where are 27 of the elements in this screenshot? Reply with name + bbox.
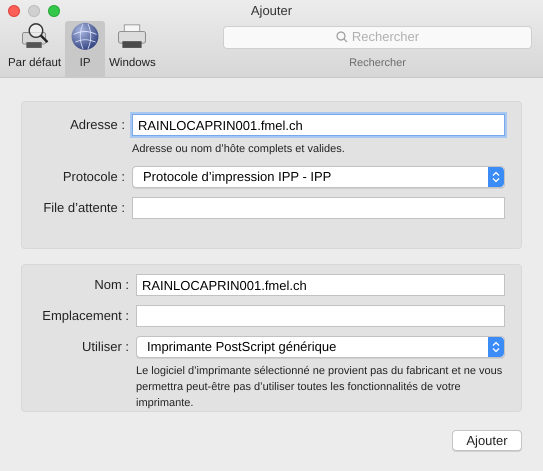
field-label: Emplacement : bbox=[41, 307, 129, 326]
window-title: Ajouter bbox=[250, 2, 292, 20]
minimize-button[interactable] bbox=[28, 5, 40, 17]
stepper-icon bbox=[488, 167, 504, 187]
field-label: Protocole : bbox=[62, 168, 125, 186]
popup-menu[interactable]: Protocole d’impression IPP - IPP bbox=[132, 166, 505, 188]
zoom-button[interactable] bbox=[48, 5, 60, 17]
close-button[interactable] bbox=[8, 5, 20, 17]
hint-text: Le logiciel d’imprimante sélectionné ne provient pas du fabricant et ne vous permettra peut-être pas d’utiliser toutes les fonctionnalités de votre imprimante. bbox=[136, 364, 504, 411]
search-icon bbox=[336, 31, 348, 43]
text-field[interactable] bbox=[136, 305, 505, 327]
field-label: Utiliser : bbox=[81, 338, 129, 356]
field-label: Adresse : bbox=[69, 116, 125, 134]
toolbar-tab[interactable]: Par défaut bbox=[4, 21, 66, 77]
field-label: File d’attente : bbox=[42, 199, 125, 218]
toolbar-tab[interactable]: Windows bbox=[105, 21, 160, 77]
popup-menu[interactable]: Imprimante PostScript générique bbox=[136, 336, 505, 358]
globe-icon bbox=[69, 21, 102, 52]
text-field[interactable]: RAINLOCAPRIN001.fmel.ch bbox=[136, 274, 505, 296]
text-field[interactable] bbox=[132, 197, 505, 219]
hint-text: Adresse ou nom d’hôte complets et valides. bbox=[132, 142, 345, 157]
text-field[interactable]: RAINLOCAPRIN001.fmel.ch bbox=[132, 114, 505, 136]
search-label: Rechercher bbox=[349, 56, 406, 70]
stepper-icon bbox=[488, 337, 504, 357]
toolbar-tab[interactable]: IP bbox=[65, 21, 106, 77]
field-label: Nom : bbox=[93, 276, 129, 294]
add-button[interactable]: Ajouter bbox=[452, 430, 522, 451]
